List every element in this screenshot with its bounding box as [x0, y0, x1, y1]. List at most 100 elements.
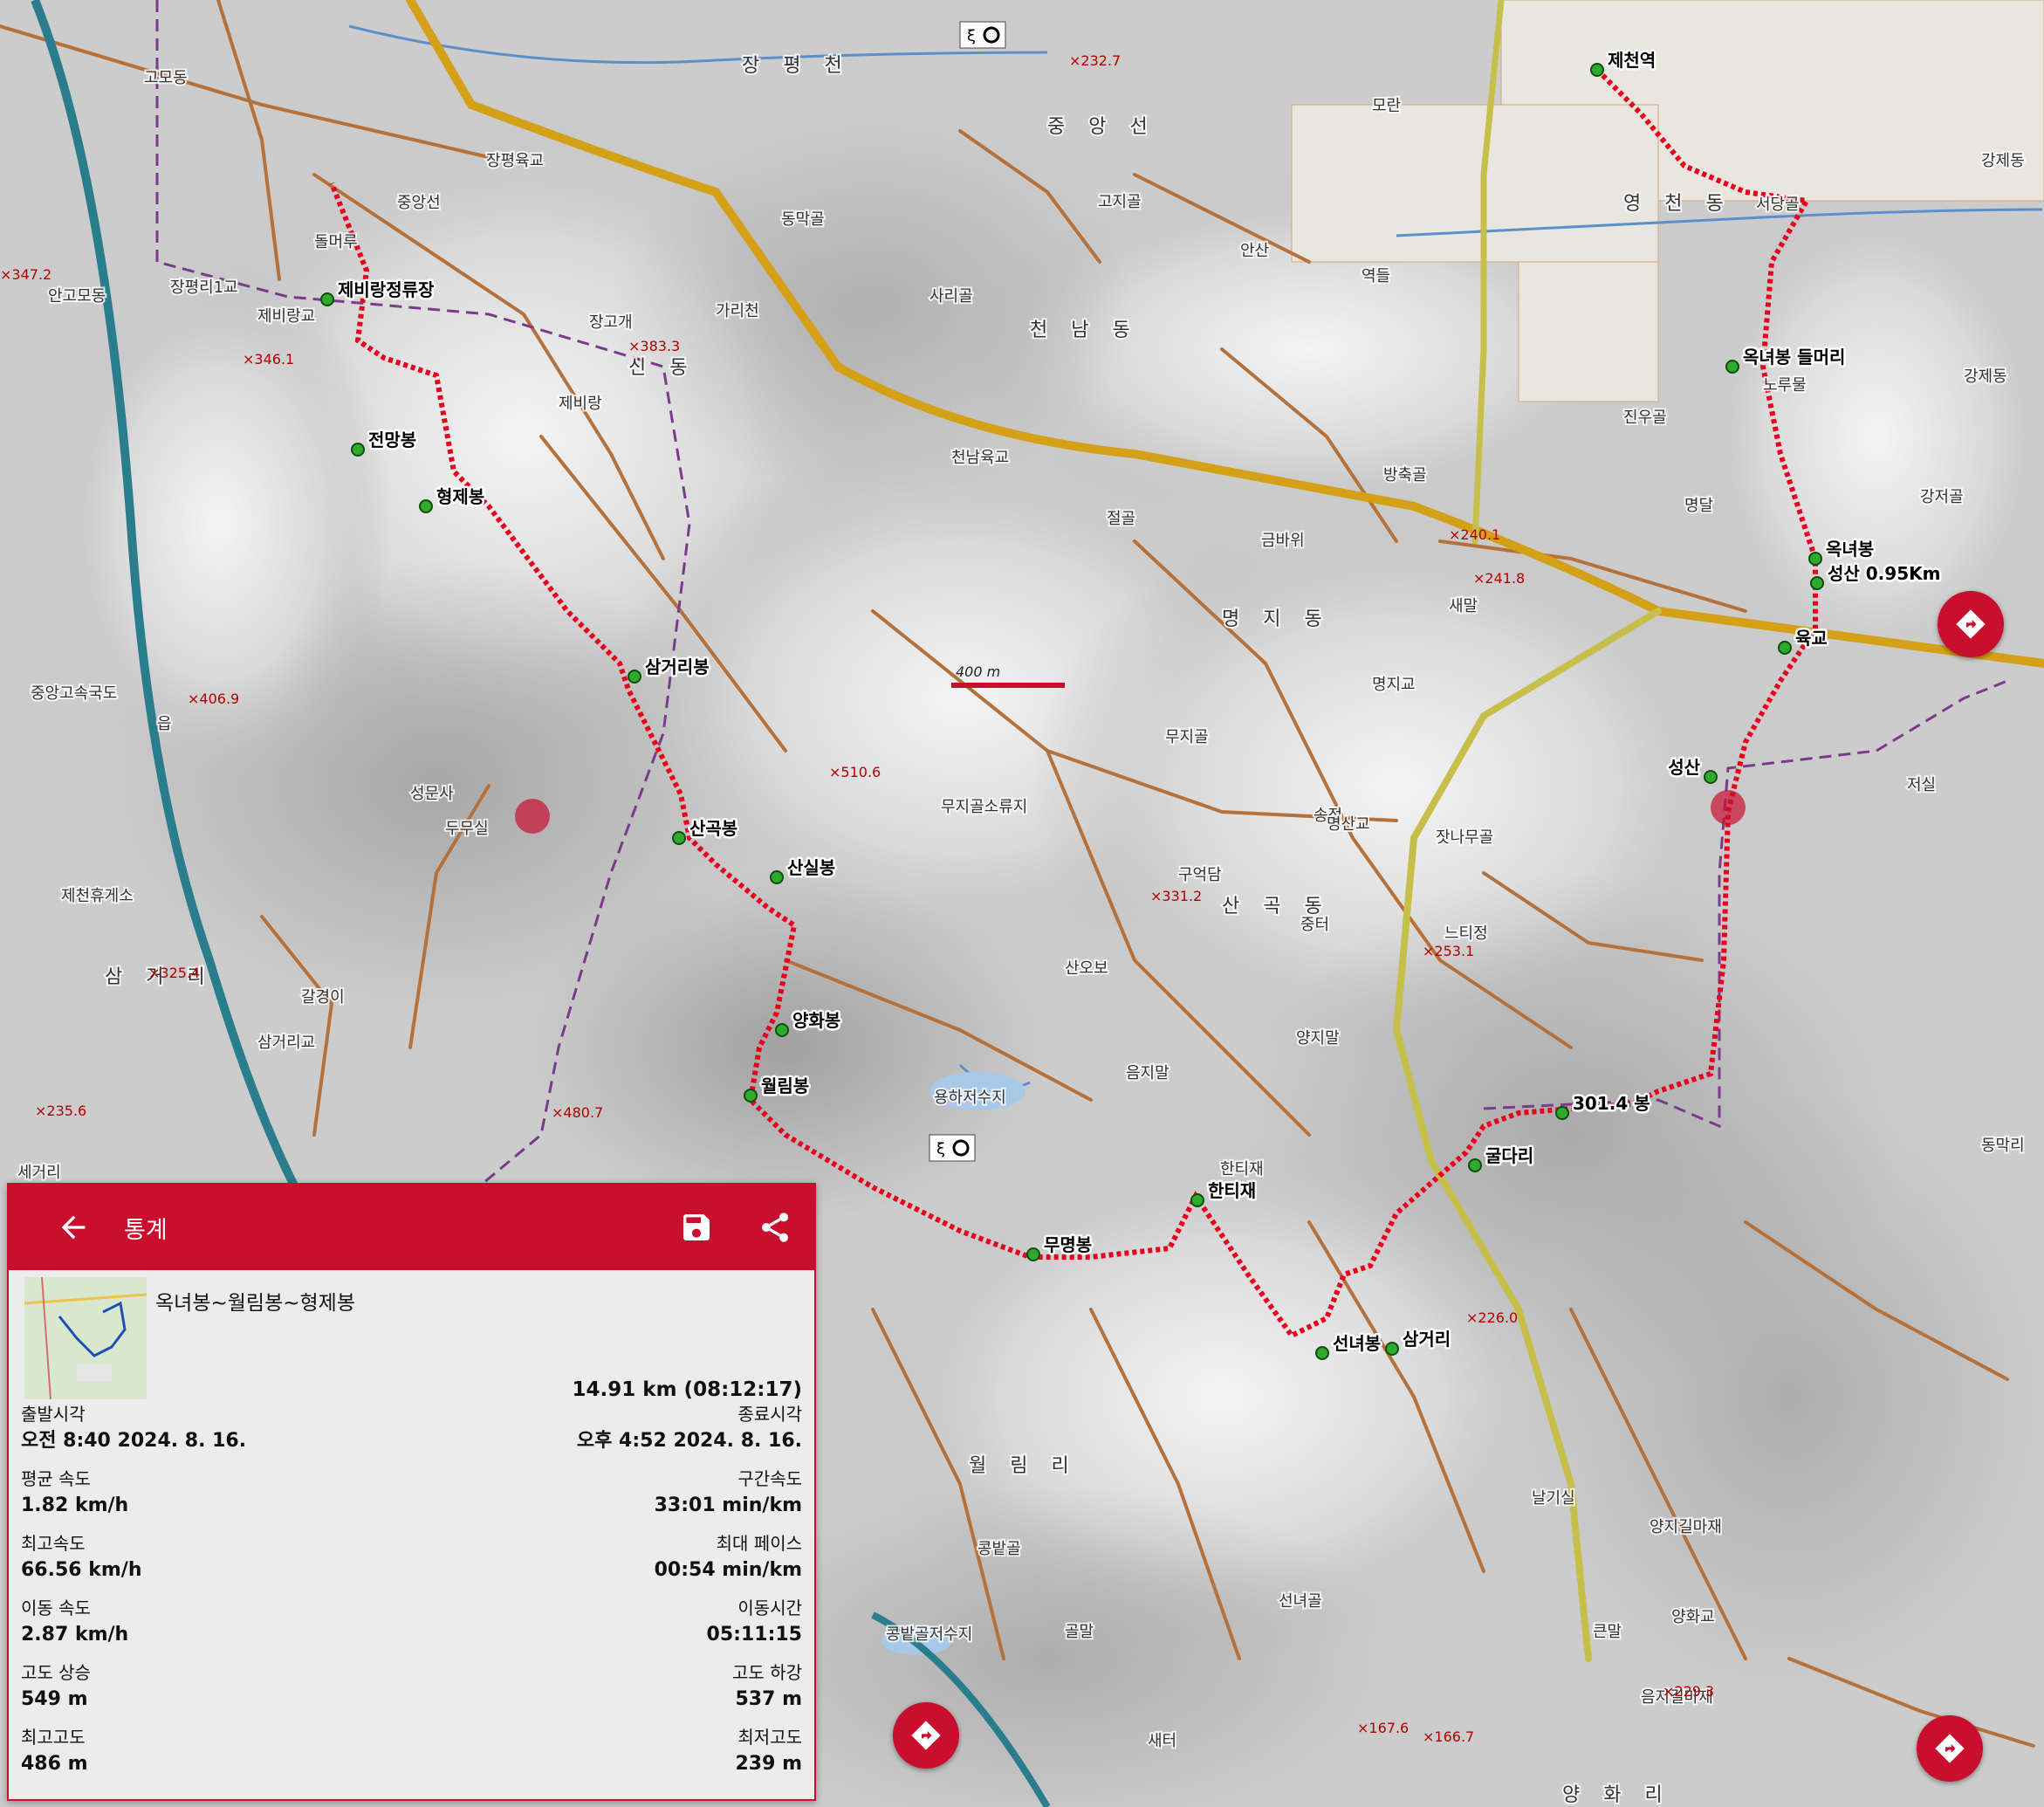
stat-label: 최고고도 [21, 1727, 86, 1748]
elevation-label: ×166.7 [1423, 1728, 1474, 1745]
place-label: 새터 [1148, 1732, 1176, 1750]
waypoint-dot [1725, 360, 1739, 374]
place-label: 서당골 [1756, 196, 1800, 214]
place-label: 성문사 [410, 785, 454, 803]
place-label: 중 앙 선 [1047, 116, 1156, 138]
route-name: 옥녀봉~월림봉~형제봉 [155, 1292, 355, 1315]
elevation-label: ×232.7 [1069, 52, 1121, 69]
place-label: 제천휴게소 [61, 887, 134, 905]
place-label: 절골 [1107, 510, 1135, 528]
stat-value: 549 m [21, 1688, 88, 1710]
elevation-label: ×325.4 [148, 965, 200, 981]
waypoint-label: 삼거리봉 [645, 656, 710, 677]
place-label: 명 지 동 [1222, 608, 1331, 630]
place-label: 방축골 [1383, 466, 1427, 484]
stat-cell-left: 최고고도 486 m [21, 1726, 88, 1778]
svg-text:ξ: ξ [967, 27, 976, 45]
back-arrow-icon[interactable] [56, 1210, 91, 1245]
place-label: 고지골 [1098, 193, 1142, 211]
place-label: 모란 [1372, 97, 1401, 115]
place-label: 장평리1교 [170, 278, 238, 297]
waypoint-label: 301.4 봉 [1573, 1093, 1650, 1114]
waypoint-dot [775, 1023, 789, 1037]
stat-label: 이동 속도 [21, 1597, 91, 1618]
stat-label: 고도 상승 [21, 1662, 91, 1683]
floppy-disk-icon[interactable] [679, 1210, 714, 1245]
waypoint-dot [419, 499, 433, 513]
waypoint-dot [351, 443, 365, 457]
stat-value: 오전 8:40 2024. 8. 16. [21, 1430, 247, 1452]
stat-cell-right: 구간속도 33:01 min/km [655, 1467, 802, 1520]
place-label: 진우골 [1623, 409, 1667, 427]
place-label: 중터 [1300, 916, 1329, 934]
stat-cell-right: 최저고도 239 m [735, 1726, 802, 1778]
waypoint-dot [1026, 1247, 1040, 1261]
elevation-label: ×510.6 [829, 764, 881, 780]
stat-cell-left: 평균 속도 1.82 km/h [21, 1467, 128, 1520]
place-label: 영 천 동 [1623, 193, 1732, 215]
stat-value: 66.56 km/h [21, 1559, 142, 1581]
place-label: 한티재 [1220, 1160, 1264, 1178]
elevation-label: ×240.1 [1449, 526, 1500, 543]
waypoint-dot [1704, 770, 1718, 784]
elevation-label: ×406.9 [188, 691, 239, 707]
place-label: 신 동 [628, 357, 696, 379]
directions-icon [1956, 609, 1986, 639]
place-label: 강저골 [1920, 488, 1964, 506]
place-label: 명달 [1684, 497, 1713, 515]
elevation-label: ×480.7 [552, 1104, 603, 1121]
stat-value: 486 m [21, 1753, 88, 1775]
elevation-label: ×331.2 [1150, 888, 1202, 904]
route-summary[interactable]: 옥녀봉~월림봉~형제봉 14.91 km (08:12:17) [9, 1270, 814, 1401]
stat-label: 종료시각 [737, 1404, 802, 1425]
stat-value: 239 m [735, 1753, 802, 1775]
place-label: 용하저수지 [934, 1089, 1006, 1107]
waypoint-dot [1778, 641, 1792, 655]
stat-cell-left: 최고속도 66.56 km/h [21, 1532, 142, 1584]
place-label: 명지교 [1372, 676, 1416, 694]
svg-text:ξ: ξ [936, 1140, 945, 1158]
elevation-label: ×229.3 [1663, 1683, 1714, 1700]
waypoint-dot [320, 292, 334, 306]
elevation-label: ×347.2 [0, 266, 51, 283]
place-label: 동막리 [1981, 1137, 2025, 1155]
place-label: 양화교 [1671, 1608, 1715, 1626]
place-label: 장평육교 [486, 152, 544, 170]
place-label: 역들 [1362, 267, 1390, 285]
place-label: 안산 [1240, 242, 1269, 260]
place-label: 큰말 [1593, 1623, 1622, 1641]
waypoint-label: 한티재 [1208, 1180, 1256, 1201]
elevation-label: ×253.1 [1423, 943, 1474, 959]
navigate-button-top-right[interactable] [1938, 591, 2004, 657]
place-label: 제비랑교 [257, 307, 315, 326]
place-label: 강제동 [1964, 368, 2007, 386]
navigate-button-bottom-left[interactable] [893, 1702, 959, 1769]
waypoint-label: 양화봉 [792, 1010, 840, 1031]
waypoint-label: 성산 0.95Km [1828, 563, 1940, 584]
stat-value: 2.87 km/h [21, 1624, 129, 1646]
waypoint-label: 월림봉 [761, 1075, 809, 1096]
waypoint-dot [1810, 576, 1824, 590]
route-thumbnail[interactable] [24, 1277, 147, 1399]
place-label: 저실 [1907, 776, 1936, 794]
navigate-button-bottom-right[interactable] [1917, 1715, 1983, 1782]
place-label: 구억담 [1178, 866, 1222, 884]
waypoint-label: 옥녀봉 들머리 [1743, 347, 1845, 368]
place-label: 천 남 동 [1030, 319, 1139, 341]
place-label: 읍 [157, 715, 172, 733]
place-label: 사리골 [929, 287, 973, 306]
place-label: 금바위 [1261, 532, 1305, 550]
stat-row: 최고고도 486 m 최저고도 239 m [9, 1726, 814, 1790]
stat-label: 최저고도 [737, 1727, 802, 1748]
place-label: 명산교 [1327, 815, 1370, 834]
stat-value: 00:54 min/km [654, 1559, 802, 1581]
place-label: 골말 [1065, 1623, 1094, 1641]
waypoint-label: 전망봉 [368, 429, 416, 450]
stat-cell-left: 고도 상승 549 m [21, 1661, 91, 1714]
place-label: 갈경이 [301, 988, 345, 1007]
share-icon[interactable] [758, 1210, 792, 1245]
stat-cell-right: 종료시각 오후 4:52 2024. 8. 16. [577, 1403, 802, 1455]
waypoint-label: 산실봉 [787, 857, 835, 878]
waypoint-label: 육교 [1795, 628, 1828, 649]
waypoint-label: 굴다리 [1485, 1145, 1533, 1166]
